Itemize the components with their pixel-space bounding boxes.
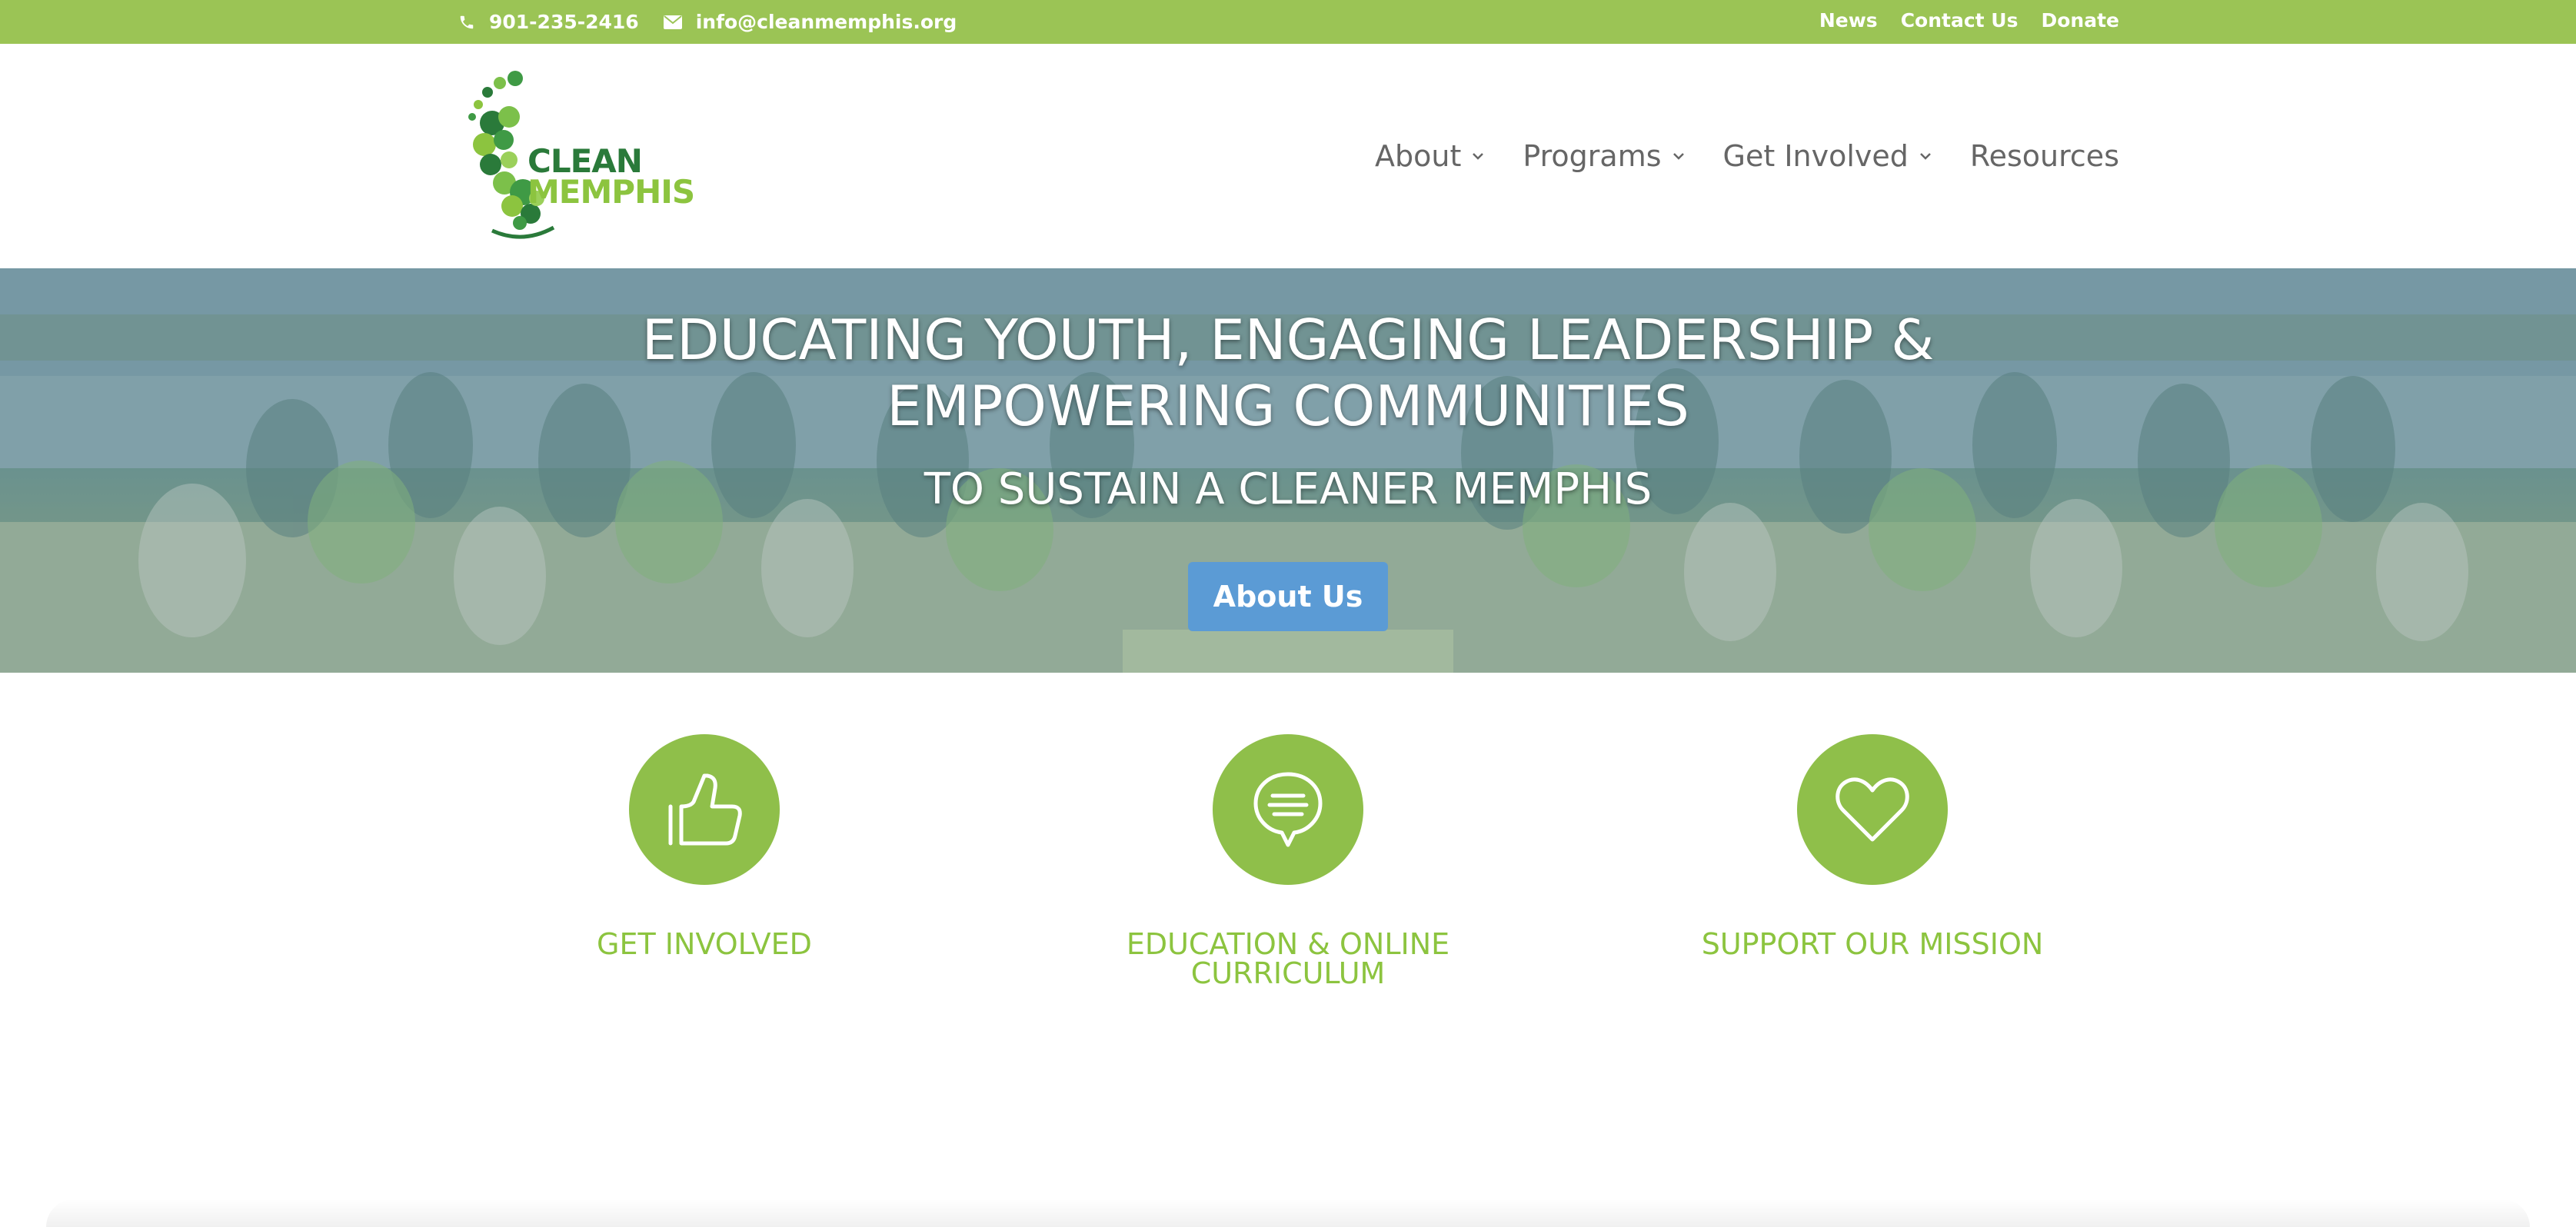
hero-headline-line2: EMPOWERING COMMUNITIES <box>887 374 1689 438</box>
email-contact[interactable]: info@cleanmemphis.org <box>663 11 957 33</box>
feature-label-line2: CURRICULUM <box>1190 956 1386 990</box>
nav-item-resources[interactable]: Resources <box>1970 139 2119 173</box>
phone-contact[interactable]: 901-235-2416 <box>458 11 639 33</box>
feature-label[interactable]: SUPPORT OUR MISSION <box>1642 929 2103 959</box>
feature-support-mission[interactable]: SUPPORT OUR MISSION <box>1642 734 2103 959</box>
thumbs-up-icon <box>668 773 742 846</box>
feature-icon-circle[interactable] <box>1213 734 1363 885</box>
logo-line-memphis: MEMPHIS <box>528 173 695 211</box>
top-bar: 901-235-2416 info@cleanmemphis.org News … <box>0 0 2576 44</box>
contact-info: 901-235-2416 info@cleanmemphis.org <box>458 0 981 44</box>
donate-link[interactable]: Donate <box>2041 9 2119 32</box>
logo-line-clean: CLEAN <box>528 142 643 180</box>
feature-icon-circle[interactable] <box>629 734 780 885</box>
chat-bubble-icon <box>1253 772 1323 847</box>
contact-us-link[interactable]: Contact Us <box>1901 9 2019 32</box>
nav-item-about[interactable]: About <box>1375 139 1484 173</box>
feature-label[interactable]: GET INVOLVED <box>474 929 935 959</box>
hero-headline: EDUCATING YOUTH, ENGAGING LEADERSHIP & E… <box>0 307 2576 439</box>
nav-label-get-involved: Get Involved <box>1722 139 1909 173</box>
hero-section: EDUCATING YOUTH, ENGAGING LEADERSHIP & E… <box>0 268 2576 673</box>
phone-number: 901-235-2416 <box>489 11 639 33</box>
heart-icon <box>1835 777 1909 842</box>
main-navigation: About Programs Get Involved Resources <box>1336 44 2119 268</box>
nav-label-programs: Programs <box>1523 139 1662 173</box>
nav-label-about: About <box>1375 139 1462 173</box>
news-link[interactable]: News <box>1819 9 1878 32</box>
feature-label-line1: EDUCATION & ONLINE <box>1126 927 1450 961</box>
main-header: CLEAN MEMPHIS About Programs Get Involve… <box>0 44 2576 268</box>
feature-get-involved[interactable]: GET INVOLVED <box>474 734 935 959</box>
hero-subheadline: TO SUSTAIN A CLEANER MEMPHIS <box>924 464 1652 514</box>
hero-headline-line1: EDUCATING YOUTH, ENGAGING LEADERSHIP & <box>641 308 1935 372</box>
envelope-icon <box>663 15 682 29</box>
feature-icon-circle[interactable] <box>1797 734 1948 885</box>
chevron-down-icon <box>1920 153 1931 160</box>
section-divider-shadow <box>46 1199 2530 1227</box>
nav-label-resources: Resources <box>1969 139 2119 173</box>
about-us-button[interactable]: About Us <box>1188 562 1388 631</box>
chevron-down-icon <box>1672 153 1684 160</box>
logo-wordmark: CLEAN MEMPHIS <box>528 142 695 211</box>
site-logo[interactable]: CLEAN MEMPHIS <box>461 69 695 246</box>
feature-education[interactable]: EDUCATION & ONLINE CURRICULUM <box>1057 734 1519 988</box>
feature-label[interactable]: EDUCATION & ONLINE CURRICULUM <box>1057 929 1519 988</box>
nav-item-get-involved[interactable]: Get Involved <box>1723 139 1932 173</box>
chevron-down-icon <box>1473 153 1484 160</box>
nav-item-programs[interactable]: Programs <box>1523 139 1684 173</box>
feature-label-line1: SUPPORT OUR MISSION <box>1701 927 2044 961</box>
phone-icon <box>460 15 474 28</box>
secondary-menu: News Contact Us Donate <box>1796 0 2119 40</box>
feature-label-line1: GET INVOLVED <box>597 927 812 961</box>
email-address: info@cleanmemphis.org <box>695 11 957 33</box>
